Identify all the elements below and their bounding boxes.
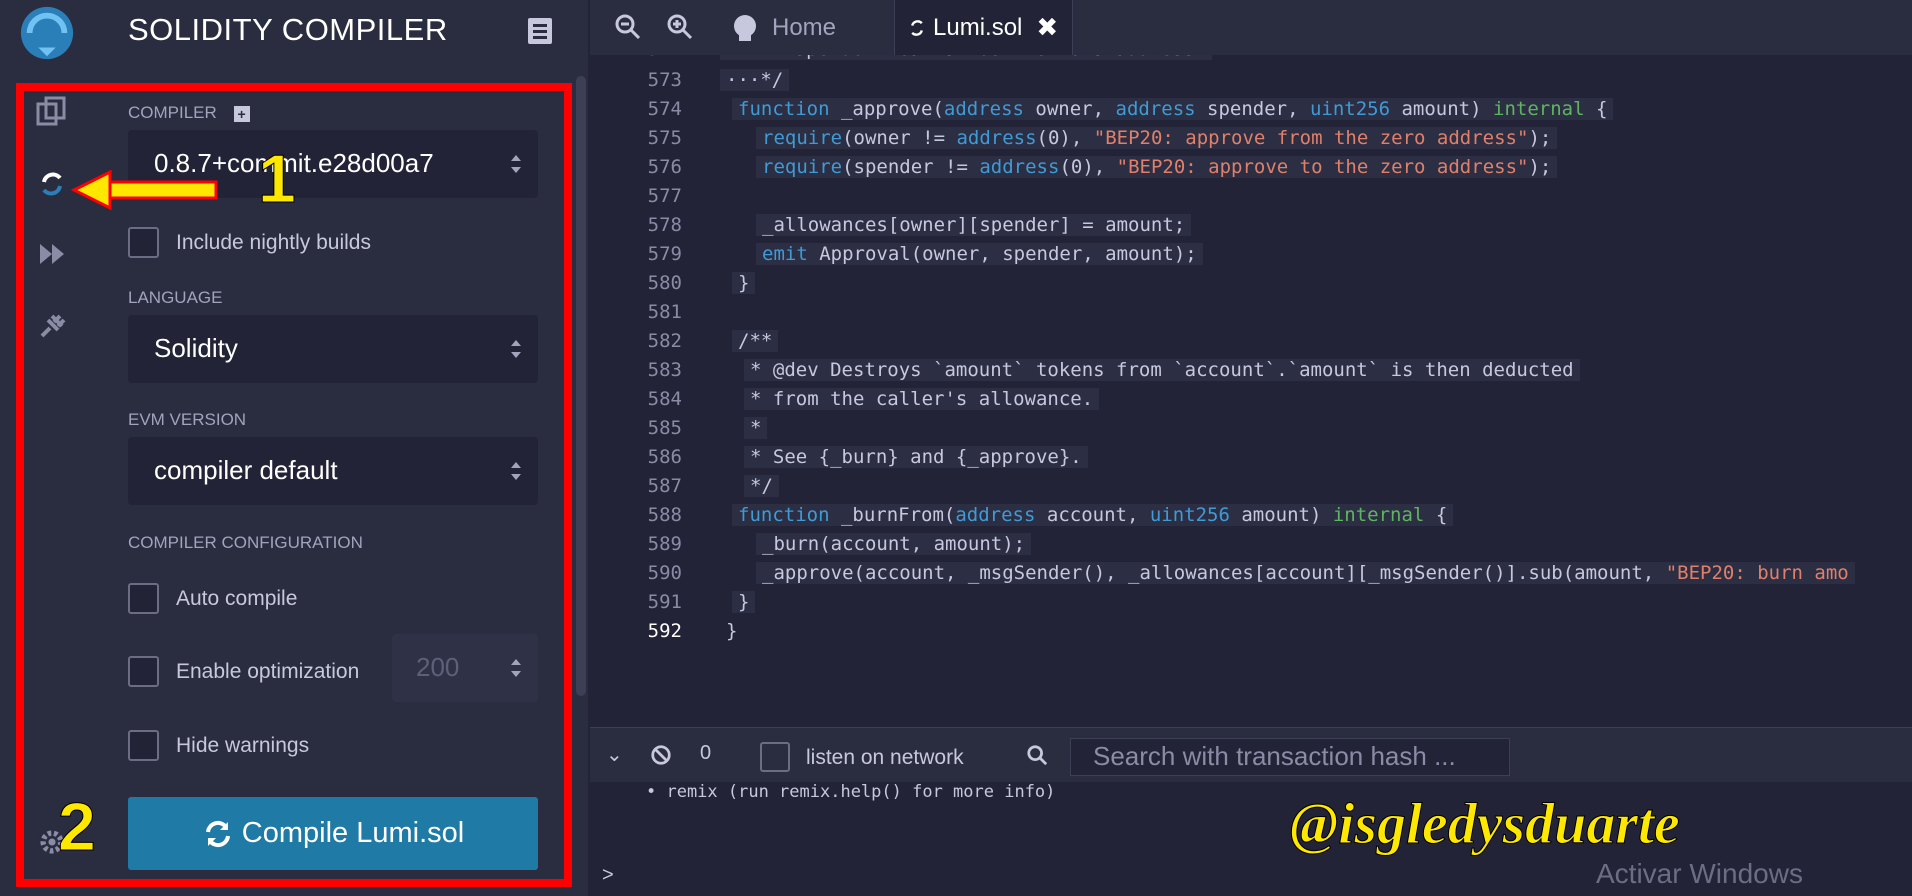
code-line: 588 function _burnFrom(address account, u… [590, 504, 1912, 533]
code-line: 576 require(spender != address(0), "BEP20… [590, 156, 1912, 185]
code-line: 575 require(owner != address(0), "BEP20: … [590, 127, 1912, 156]
terminal-prompt[interactable]: > [602, 864, 614, 887]
transaction-search-input[interactable]: Search with transaction hash ... [1070, 738, 1510, 776]
code-line: 591} [590, 591, 1912, 620]
search-icon [1027, 745, 1048, 766]
code-line: 577 [647, 185, 682, 207]
tab-home[interactable]: Home [730, 0, 836, 55]
code-line: 583 * @dev Destroys `amount` tokens from … [590, 359, 1912, 388]
activate-windows-notice: Activar Windows [1596, 858, 1803, 889]
close-tab-icon[interactable]: ✖ [1036, 12, 1058, 43]
clear-console-icon[interactable] [650, 744, 672, 766]
tab-home-label: Home [772, 13, 837, 41]
annotation-arrow-icon [70, 170, 218, 210]
code-editor[interactable]: 572···*·`spender`·cannot·be·the·zero·add… [590, 55, 1912, 695]
code-line: 572···*·`spender`·cannot·be·the·zero·add… [590, 55, 1912, 67]
step-2-marker: 2 [58, 789, 97, 866]
code-line: 592} [647, 620, 738, 642]
code-line: 578 _allowances[owner][spender] = amount; [590, 214, 1912, 243]
listen-network-checkbox[interactable] [760, 742, 790, 772]
code-line: 579 emit Approval(owner, spender, amount)… [590, 243, 1912, 272]
code-line: 586 * See {_burn} and {_approve}. [590, 446, 1912, 475]
code-line: 580} [590, 272, 1912, 301]
solidity-file-icon [911, 19, 923, 36]
remix-logo-icon[interactable] [18, 4, 76, 62]
terminal-toolbar: ⌄ 0 listen on network Search with transa… [590, 727, 1912, 782]
code-line: 582/** [590, 330, 1912, 359]
code-line: 589 _burn(account, amount); [590, 533, 1912, 562]
panel-scrollbar[interactable] [576, 76, 586, 696]
pending-tx-count: 0 [700, 742, 712, 764]
code-line: 573 ···*/ [590, 69, 1912, 98]
code-line: 574 function _approve(address owner, addr… [590, 98, 1912, 127]
code-line: 585 * [590, 417, 1912, 446]
tab-lumi-sol[interactable]: Lumi.sol ✖ [894, 0, 1074, 55]
terminal-log-line: • remix (run remix.help() for more info) [646, 782, 1056, 802]
zoom-out-icon[interactable] [614, 13, 642, 41]
zoom-in-icon[interactable] [666, 13, 694, 41]
documentation-icon[interactable] [526, 16, 554, 46]
collapse-terminal-icon[interactable]: ⌄ [606, 742, 623, 767]
tab-lumi-label: Lumi.sol [933, 13, 1023, 41]
editor-toolbar: Home Lumi.sol ✖ [590, 0, 1912, 55]
code-line: 587 */ [590, 475, 1912, 504]
step-1-marker: 1 [258, 141, 297, 218]
listen-network-label: listen on network [806, 746, 964, 769]
code-line: 590 _approve(account, _msgSender(), _allo… [590, 562, 1912, 591]
code-line: 584 * from the caller's allowance. [590, 388, 1912, 417]
home-icon [734, 14, 756, 41]
author-watermark: @isgledysduarte [1290, 791, 1681, 857]
code-line: 581 [647, 301, 682, 323]
panel-title: SOLIDITY COMPILER [128, 12, 448, 47]
